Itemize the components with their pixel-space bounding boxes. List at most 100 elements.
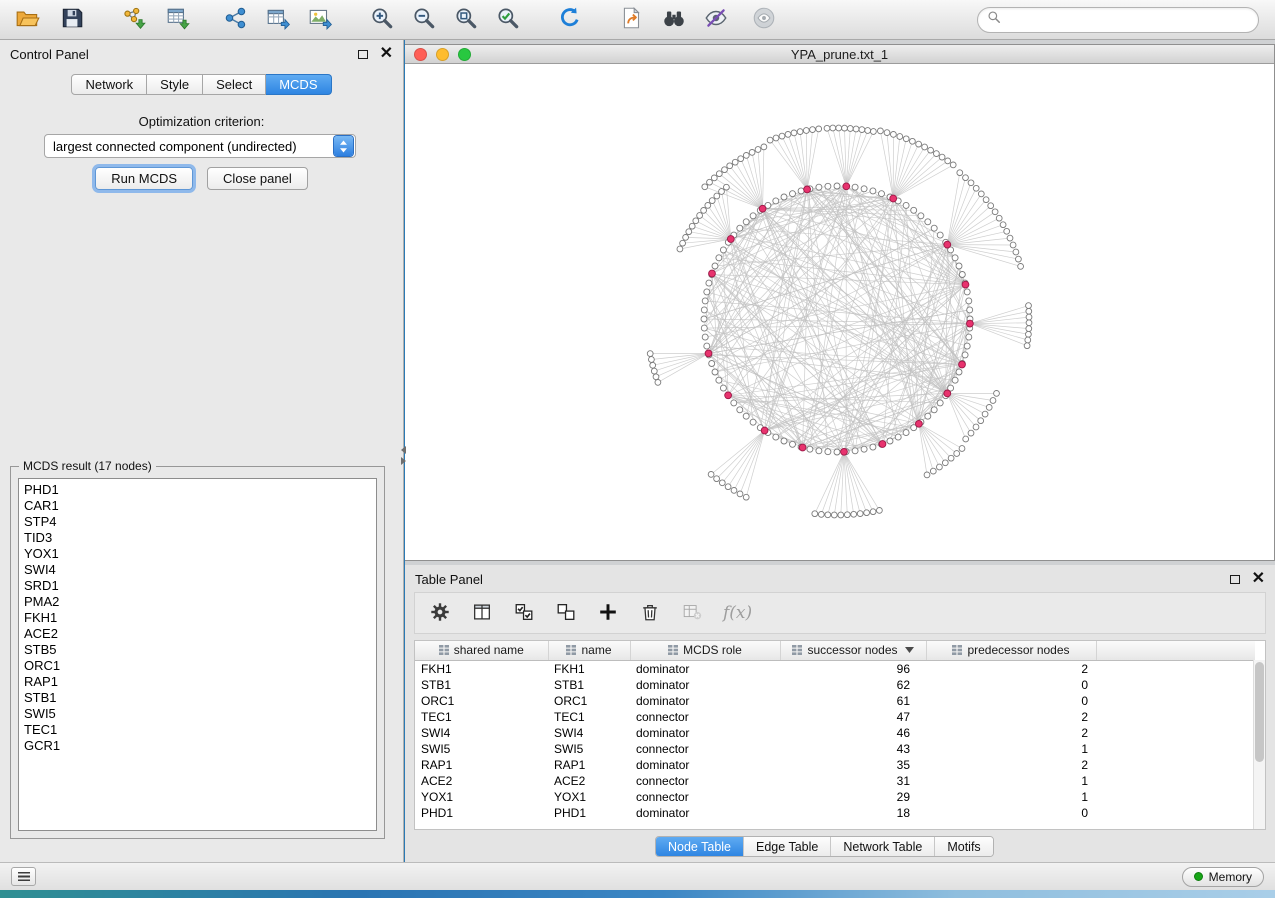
tab-mcds[interactable]: MCDS xyxy=(266,74,331,95)
import-table-button[interactable] xyxy=(160,4,196,36)
add-column-button[interactable] xyxy=(597,599,619,627)
table-row[interactable]: FKH1FKH1dominator962 xyxy=(415,660,1255,677)
cell-mcds-role[interactable]: dominator xyxy=(630,660,780,677)
result-node-item[interactable]: GCR1 xyxy=(19,738,376,754)
cell-name[interactable]: ORC1 xyxy=(548,693,630,709)
scrollbar-thumb[interactable] xyxy=(1255,662,1264,762)
zoom-selected-button[interactable] xyxy=(490,4,526,36)
close-table-panel-icon[interactable]: ✕ xyxy=(1252,573,1265,585)
network-canvas[interactable] xyxy=(405,64,1273,560)
result-node-item[interactable]: TID3 xyxy=(19,530,376,546)
result-node-item[interactable]: STB5 xyxy=(19,642,376,658)
cell-successor-nodes[interactable]: 18 xyxy=(780,805,926,821)
cell-name[interactable]: SWI4 xyxy=(548,725,630,741)
table-settings-button[interactable] xyxy=(429,599,451,627)
tab-network-table[interactable]: Network Table xyxy=(830,837,934,856)
column-header-predecessor-nodes[interactable]: predecessor nodes xyxy=(926,641,1096,660)
import-network-button[interactable] xyxy=(116,4,152,36)
cell-shared-name[interactable]: STB1 xyxy=(415,677,548,693)
cell-mcds-role[interactable]: connector xyxy=(630,741,780,757)
tab-edge-table[interactable]: Edge Table xyxy=(743,837,830,856)
cell-shared-name[interactable]: SWI4 xyxy=(415,725,548,741)
cell-successor-nodes[interactable]: 61 xyxy=(780,693,926,709)
result-node-item[interactable]: YOX1 xyxy=(19,546,376,562)
status-menu-button[interactable] xyxy=(11,867,36,886)
delete-column-button[interactable] xyxy=(639,599,661,627)
result-node-item[interactable]: SWI4 xyxy=(19,562,376,578)
save-session-button[interactable] xyxy=(54,4,90,36)
cell-predecessor-nodes[interactable]: 1 xyxy=(926,789,1096,805)
cell-mcds-role[interactable]: dominator xyxy=(630,725,780,741)
result-node-item[interactable]: PMA2 xyxy=(19,594,376,610)
cell-successor-nodes[interactable]: 62 xyxy=(780,677,926,693)
maximize-window-icon[interactable] xyxy=(458,48,471,61)
hide-graphics-button[interactable] xyxy=(698,4,734,36)
table-row[interactable]: SWI4SWI4dominator462 xyxy=(415,725,1255,741)
cell-shared-name[interactable]: YOX1 xyxy=(415,789,548,805)
deselect-all-button[interactable] xyxy=(555,599,577,627)
find-button[interactable] xyxy=(656,4,692,36)
cell-name[interactable]: TEC1 xyxy=(548,709,630,725)
cell-predecessor-nodes[interactable]: 0 xyxy=(926,805,1096,821)
result-node-item[interactable]: SWI5 xyxy=(19,706,376,722)
result-node-item[interactable]: STP4 xyxy=(19,514,376,530)
table-row[interactable]: PHD1PHD1dominator180 xyxy=(415,805,1255,821)
table-row[interactable]: ORC1ORC1dominator610 xyxy=(415,693,1255,709)
cell-predecessor-nodes[interactable]: 1 xyxy=(926,741,1096,757)
criterion-dropdown[interactable]: largest connected component (undirected) xyxy=(44,134,356,158)
dropdown-stepper-icon[interactable] xyxy=(334,136,353,156)
show-columns-button[interactable] xyxy=(471,599,493,627)
run-mcds-button[interactable]: Run MCDS xyxy=(95,167,193,190)
cell-predecessor-nodes[interactable]: 2 xyxy=(926,757,1096,773)
close-panel-button[interactable]: Close panel xyxy=(207,167,308,190)
column-header-MCDS-role[interactable]: MCDS role xyxy=(630,641,780,660)
result-node-item[interactable]: ACE2 xyxy=(19,626,376,642)
cell-predecessor-nodes[interactable]: 0 xyxy=(926,693,1096,709)
cell-name[interactable]: YOX1 xyxy=(548,789,630,805)
cell-mcds-role[interactable]: connector xyxy=(630,709,780,725)
cell-predecessor-nodes[interactable]: 2 xyxy=(926,660,1096,677)
cell-name[interactable]: SWI5 xyxy=(548,741,630,757)
cell-mcds-role[interactable]: dominator xyxy=(630,693,780,709)
cell-mcds-role[interactable]: dominator xyxy=(630,757,780,773)
table-row[interactable]: STB1STB1dominator620 xyxy=(415,677,1255,693)
zoom-fit-button[interactable] xyxy=(448,4,484,36)
select-all-button[interactable] xyxy=(513,599,535,627)
show-hidden-button[interactable] xyxy=(746,4,782,36)
cell-mcds-role[interactable]: dominator xyxy=(630,805,780,821)
tab-motifs[interactable]: Motifs xyxy=(934,837,992,856)
cell-shared-name[interactable]: PHD1 xyxy=(415,805,548,821)
panel-splitter[interactable] xyxy=(401,446,406,465)
result-node-item[interactable]: TEC1 xyxy=(19,722,376,738)
mcds-result-list[interactable]: PHD1CAR1STP4TID3YOX1SWI4SRD1PMA2FKH1ACE2… xyxy=(18,478,377,831)
float-table-panel-icon[interactable] xyxy=(1230,575,1240,584)
result-node-item[interactable]: PHD1 xyxy=(19,482,376,498)
cell-name[interactable]: RAP1 xyxy=(548,757,630,773)
search-box[interactable] xyxy=(977,7,1259,33)
cell-mcds-role[interactable]: connector xyxy=(630,773,780,789)
result-node-item[interactable]: SRD1 xyxy=(19,578,376,594)
memory-button[interactable]: Memory xyxy=(1182,867,1264,887)
open-session-button[interactable] xyxy=(10,4,46,36)
tab-select[interactable]: Select xyxy=(203,74,266,95)
export-table-button[interactable] xyxy=(260,4,296,36)
cell-predecessor-nodes[interactable]: 2 xyxy=(926,725,1096,741)
column-header-shared-name[interactable]: shared name xyxy=(415,641,548,660)
column-header-name[interactable]: name xyxy=(548,641,630,660)
cell-mcds-role[interactable]: connector xyxy=(630,789,780,805)
export-network-button[interactable] xyxy=(218,4,254,36)
column-header-successor-nodes[interactable]: successor nodes xyxy=(780,641,926,660)
result-node-item[interactable]: FKH1 xyxy=(19,610,376,626)
cell-predecessor-nodes[interactable]: 0 xyxy=(926,677,1096,693)
table-row[interactable]: ACE2ACE2connector311 xyxy=(415,773,1255,789)
close-window-icon[interactable] xyxy=(414,48,427,61)
cell-predecessor-nodes[interactable]: 2 xyxy=(926,709,1096,725)
tab-node-table[interactable]: Node Table xyxy=(656,837,743,856)
cell-successor-nodes[interactable]: 31 xyxy=(780,773,926,789)
cell-mcds-role[interactable]: dominator xyxy=(630,677,780,693)
cell-successor-nodes[interactable]: 43 xyxy=(780,741,926,757)
cell-name[interactable]: STB1 xyxy=(548,677,630,693)
cell-predecessor-nodes[interactable]: 1 xyxy=(926,773,1096,789)
close-panel-icon[interactable]: ✕ xyxy=(380,48,393,60)
minimize-window-icon[interactable] xyxy=(436,48,449,61)
